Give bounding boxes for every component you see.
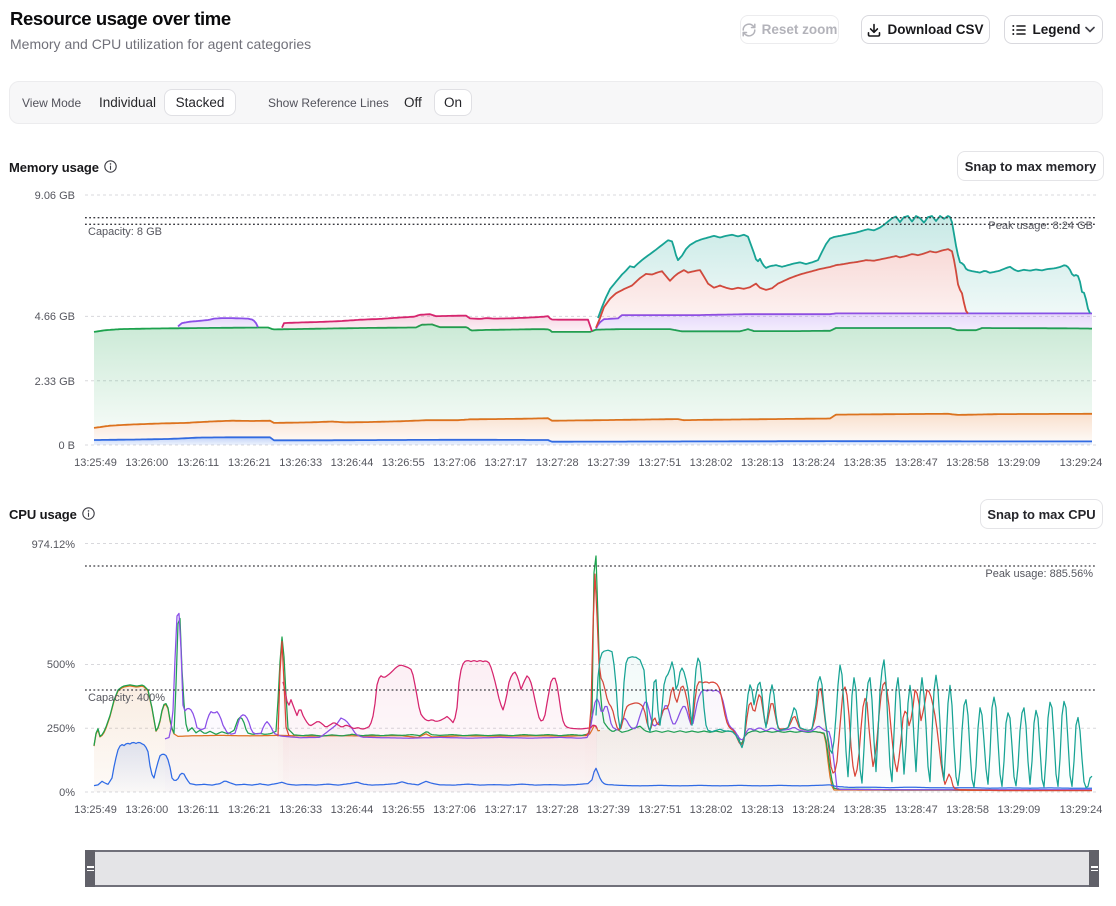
svg-text:13:28:02: 13:28:02 <box>690 804 733 816</box>
svg-text:500%: 500% <box>47 659 75 671</box>
svg-text:13:28:24: 13:28:24 <box>792 457 835 469</box>
svg-text:13:28:58: 13:28:58 <box>946 804 989 816</box>
svg-text:13:27:51: 13:27:51 <box>638 457 681 469</box>
svg-text:13:28:13: 13:28:13 <box>741 804 784 816</box>
svg-text:2.33 GB: 2.33 GB <box>35 376 75 388</box>
svg-text:13:28:13: 13:28:13 <box>741 457 784 469</box>
svg-text:13:27:28: 13:27:28 <box>536 457 579 469</box>
svg-text:13:28:58: 13:28:58 <box>946 457 989 469</box>
svg-text:0 B: 0 B <box>58 440 75 452</box>
svg-text:13:27:51: 13:27:51 <box>638 804 681 816</box>
svg-text:13:26:44: 13:26:44 <box>331 804 374 816</box>
svg-text:0%: 0% <box>59 787 75 799</box>
svg-text:13:26:55: 13:26:55 <box>382 457 425 469</box>
svg-text:4.66 GB: 4.66 GB <box>35 311 75 323</box>
svg-text:13:27:39: 13:27:39 <box>587 804 630 816</box>
svg-text:974.12%: 974.12% <box>32 539 76 551</box>
svg-text:Peak usage: 8.24 GB: Peak usage: 8.24 GB <box>988 220 1093 232</box>
svg-text:13:26:00: 13:26:00 <box>125 457 168 469</box>
svg-text:13:29:24: 13:29:24 <box>1060 457 1103 469</box>
svg-text:Peak usage: 885.56%: Peak usage: 885.56% <box>985 568 1093 580</box>
svg-text:Capacity: 8 GB: Capacity: 8 GB <box>88 226 162 238</box>
svg-text:13:27:06: 13:27:06 <box>433 804 476 816</box>
svg-text:13:26:00: 13:26:00 <box>125 804 168 816</box>
svg-text:13:26:44: 13:26:44 <box>331 457 374 469</box>
svg-text:13:26:21: 13:26:21 <box>228 457 271 469</box>
svg-text:13:29:24: 13:29:24 <box>1060 804 1103 816</box>
svg-text:13:28:47: 13:28:47 <box>895 457 938 469</box>
svg-text:13:28:35: 13:28:35 <box>844 457 887 469</box>
svg-text:13:29:09: 13:29:09 <box>997 804 1040 816</box>
svg-text:13:28:24: 13:28:24 <box>792 804 835 816</box>
svg-text:13:25:49: 13:25:49 <box>74 804 117 816</box>
svg-text:Capacity: 400%: Capacity: 400% <box>88 692 165 704</box>
svg-text:13:28:47: 13:28:47 <box>895 804 938 816</box>
svg-text:13:28:35: 13:28:35 <box>844 804 887 816</box>
svg-text:13:26:21: 13:26:21 <box>228 804 271 816</box>
svg-text:250%: 250% <box>47 723 75 735</box>
svg-text:13:27:39: 13:27:39 <box>587 457 630 469</box>
svg-text:13:27:17: 13:27:17 <box>484 457 527 469</box>
svg-text:13:29:09: 13:29:09 <box>997 457 1040 469</box>
svg-text:13:28:02: 13:28:02 <box>690 457 733 469</box>
svg-text:13:27:28: 13:27:28 <box>536 804 579 816</box>
svg-text:13:27:17: 13:27:17 <box>484 804 527 816</box>
svg-text:13:26:11: 13:26:11 <box>177 804 219 816</box>
svg-text:13:25:49: 13:25:49 <box>74 457 117 469</box>
svg-text:13:26:11: 13:26:11 <box>177 457 219 469</box>
svg-text:13:26:33: 13:26:33 <box>279 457 322 469</box>
svg-text:13:27:06: 13:27:06 <box>433 457 476 469</box>
svg-text:13:26:55: 13:26:55 <box>382 804 425 816</box>
svg-text:13:26:33: 13:26:33 <box>279 804 322 816</box>
svg-text:9.06 GB: 9.06 GB <box>35 190 75 202</box>
